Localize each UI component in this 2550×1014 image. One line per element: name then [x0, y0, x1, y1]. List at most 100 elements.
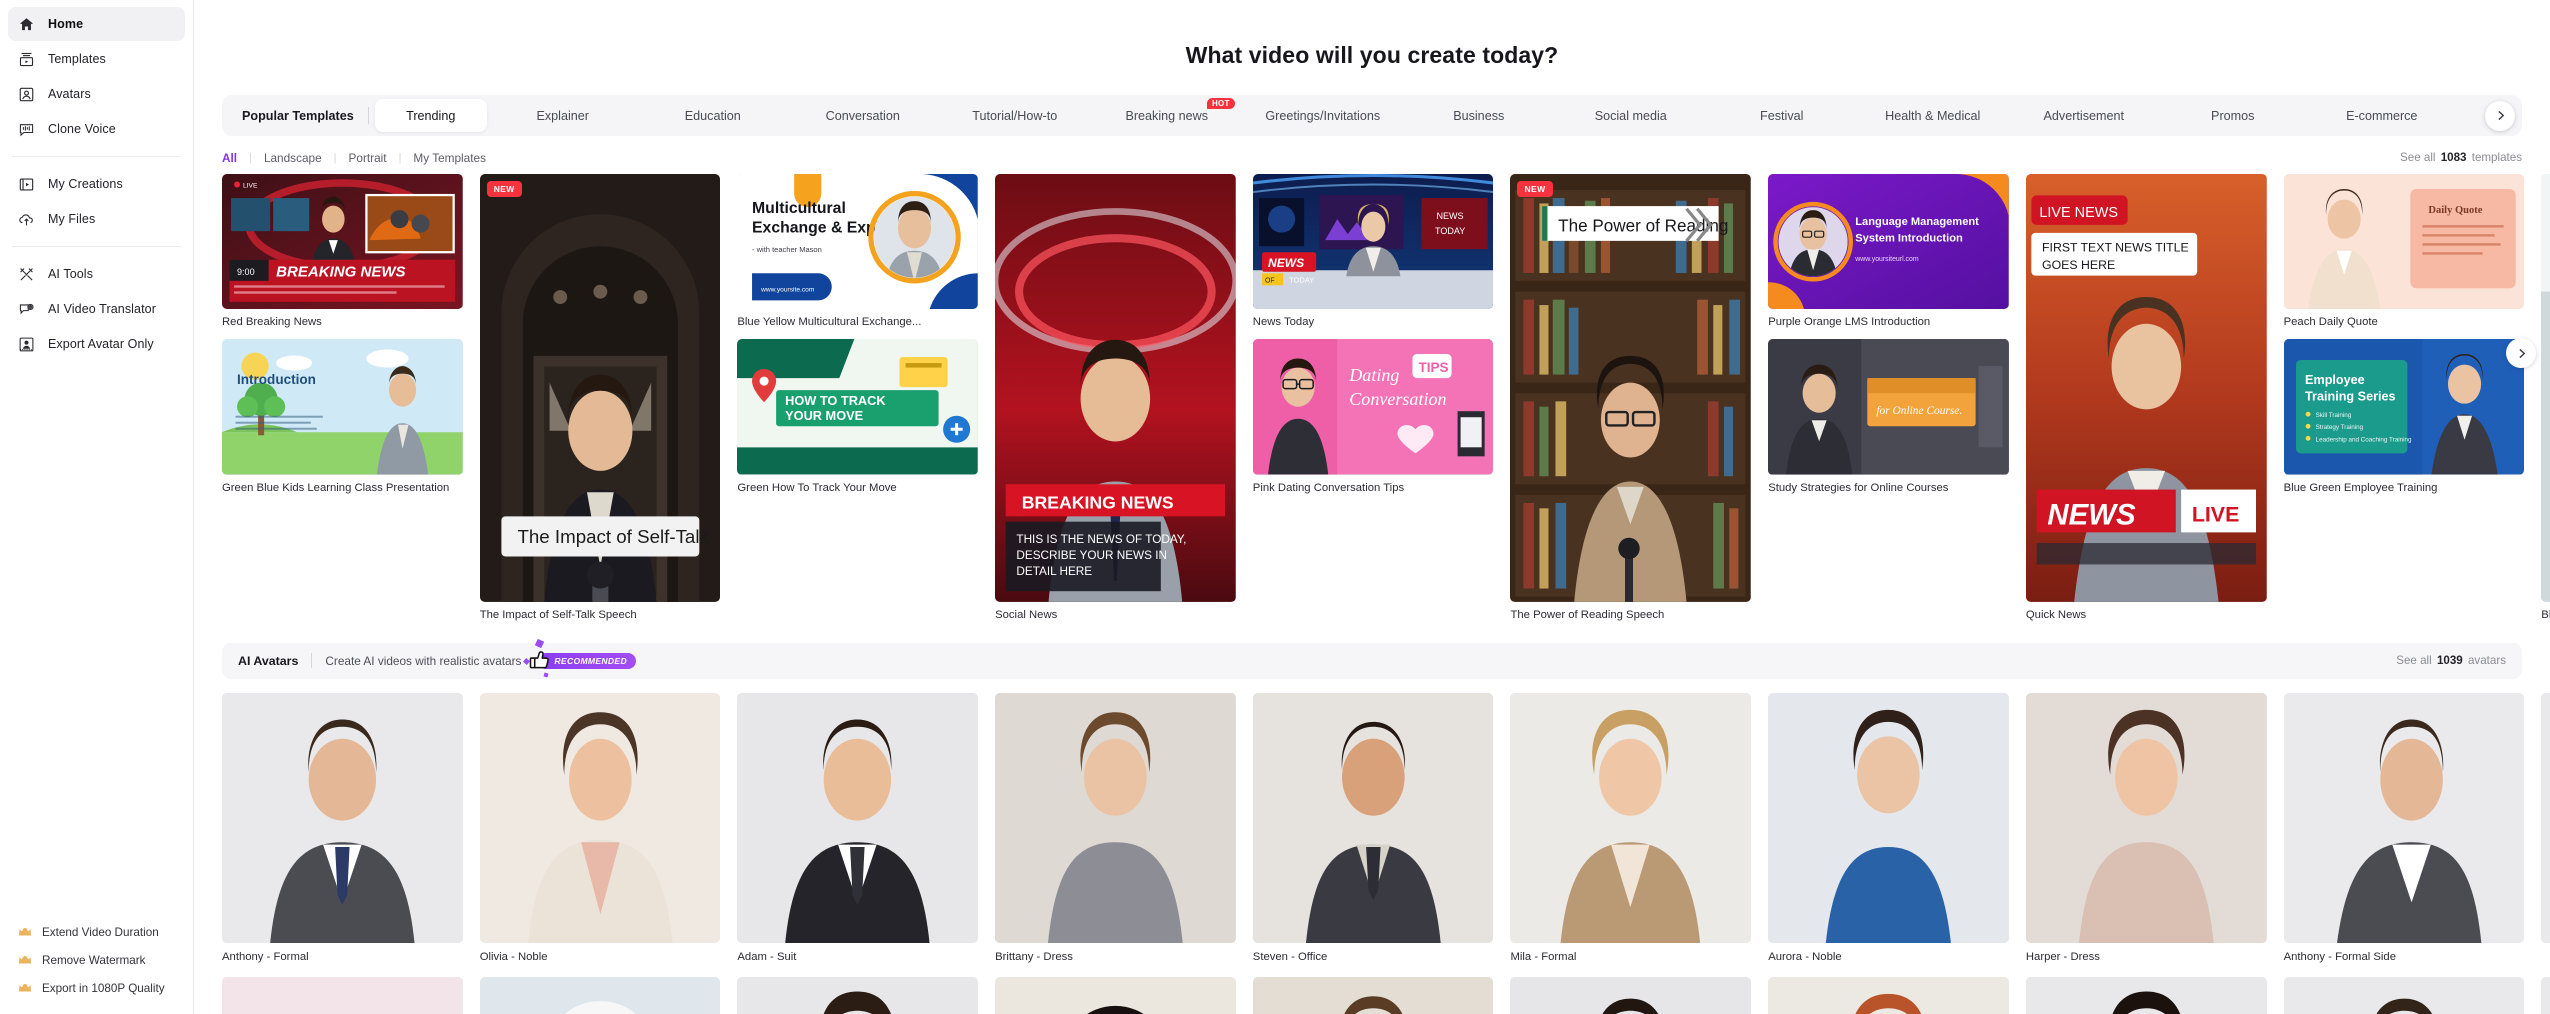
ai-tools-icon: [18, 266, 35, 283]
tab-festival[interactable]: Festival: [1707, 99, 1857, 132]
promo-label: Remove Watermark: [42, 953, 146, 967]
tab-label: Promos: [2211, 108, 2255, 123]
template-card-quick-news[interactable]: LIVE NEWS FIRST TEXT NEWS TITLE GOES HER…: [2025, 174, 2267, 632]
sidebar-item-clone-voice[interactable]: Clone Voice: [8, 112, 185, 146]
template-card-multicultural[interactable]: Multicultural Exchange & Exploration - w…: [737, 174, 979, 339]
sidebar-item-templates[interactable]: Templates: [8, 42, 185, 76]
avatar-card-anthony-formal[interactable]: Anthony - Formal: [222, 692, 463, 977]
filter-landscape[interactable]: Landscape: [252, 151, 334, 165]
avatar-card-adam-suit[interactable]: Adam - Suit: [737, 692, 979, 977]
svg-text:BREAKING NEWS: BREAKING NEWS: [276, 263, 405, 280]
avatar-card-steven-office[interactable]: Steven - Office: [1252, 692, 1494, 977]
quick-news-scene: LIVE NEWS FIRST TEXT NEWS TITLE GOES HER…: [2025, 174, 2267, 602]
template-card-red-breaking-news[interactable]: 9:00 BREAKING NEWS LIVE Red Breaking New…: [222, 174, 463, 339]
tab-promos[interactable]: Promos: [2159, 99, 2307, 132]
avatar-card[interactable]: [995, 977, 1236, 1014]
tab-explainer[interactable]: Explainer: [487, 99, 639, 132]
sidebar-item-ai-video-translator[interactable]: AI Video Translator: [8, 292, 185, 326]
avatar-card-mila-formal[interactable]: Mila - Formal: [1510, 692, 1752, 977]
avatar-thumbnail: [1510, 977, 1752, 1014]
avatar-portrait: [995, 692, 1236, 944]
template-card-social-news[interactable]: BREAKING NEWS THIS IS THE NEWS OF TODAY,…: [995, 174, 1236, 632]
avatar-card[interactable]: [1252, 977, 1494, 1014]
template-card-peach-daily-quote[interactable]: Daily Quote Peach Daily Quote: [2283, 174, 2525, 339]
tab-social-media[interactable]: Social media: [1555, 99, 1707, 132]
avatar-card-aurora-noble[interactable]: Aurora - Noble: [1768, 692, 2009, 977]
tab-education[interactable]: Education: [639, 99, 787, 132]
template-name: The Impact of Self-Talk Speech: [479, 608, 637, 621]
avatar-card-partial-right[interactable]: [2541, 692, 2550, 977]
avatar-card[interactable]: [2025, 977, 2267, 1014]
avatar-card-anthony-formal-side[interactable]: Anthony - Formal Side: [2283, 692, 2525, 977]
sidebar-item-avatars[interactable]: Avatars: [8, 77, 185, 111]
tab-tutorial-howto[interactable]: Tutorial/How-to: [939, 99, 1091, 132]
avatar-card[interactable]: [1768, 977, 2009, 1014]
tab-trending[interactable]: Trending: [374, 99, 487, 132]
sidebar-item-export-avatar-only[interactable]: Export Avatar Only: [8, 327, 185, 361]
filter-my-templates[interactable]: My Templates: [401, 151, 498, 165]
filter-all[interactable]: All: [222, 151, 249, 165]
template-card-green-blue-kids[interactable]: Introduction Green Blue Kids Learning Cl…: [222, 339, 463, 504]
see-all-avatars-link[interactable]: See all 1039 avatars: [2396, 654, 2506, 667]
avatar-card-brittany-dress[interactable]: Brittany - Dress: [995, 692, 1236, 977]
my-creations-icon: [18, 176, 35, 193]
avatar-card-olivia-noble[interactable]: Olivia - Noble: [479, 692, 721, 977]
template-thumbnail: 9:00 BREAKING NEWS LIVE: [222, 174, 463, 310]
template-card-dating-tips[interactable]: Dating Conversation TIPS Pink Dating Con…: [1252, 339, 1494, 504]
recommended-badge: RECOMMENDED: [523, 638, 636, 678]
sidebar-item-home[interactable]: Home: [8, 7, 185, 41]
reading-scene: The Power of Reading: [1510, 174, 1752, 602]
template-card-study-strategies[interactable]: for Online Course. Study Strategies for …: [1768, 339, 2009, 504]
templates-next-button[interactable]: [2506, 338, 2536, 368]
sidebar-item-my-files[interactable]: My Files: [8, 202, 185, 236]
svg-text:www.yoursite.com: www.yoursite.com: [760, 286, 815, 293]
avatar-name: Mila - Formal: [1510, 951, 1577, 964]
template-card-news-today[interactable]: NEWS TODAY NEWS OF TODAY News Today: [1252, 174, 1494, 339]
tabs-scroll-area[interactable]: Popular Templates Trending Explainer Edu…: [226, 95, 2518, 136]
template-card-blue-productivity-tips[interactable]: Tip Today Take regular breaks to refresh…: [2541, 174, 2550, 632]
avatar-card[interactable]: [2541, 977, 2550, 1014]
tabs-next-button[interactable]: [2485, 100, 2515, 131]
tab-label: Trending: [406, 108, 456, 123]
promo-export-1080p[interactable]: Export in 1080P Quality: [0, 974, 193, 1002]
avatar-card[interactable]: [222, 977, 463, 1014]
svg-text:www.yoursiteurl.com: www.yoursiteurl.com: [1854, 256, 1919, 263]
tab-ecommerce[interactable]: E-commerce: [2307, 99, 2457, 132]
tab-breaking-news[interactable]: Breaking news HOT: [1091, 98, 1243, 132]
see-all-prefix: See all: [2396, 654, 2432, 668]
tab-greetings-invitations[interactable]: Greetings/Invitations: [1243, 99, 1403, 132]
template-column: Tip Today Take regular breaks to refresh…: [2541, 174, 2550, 632]
svg-text:FIRST TEXT NEWS TITLE: FIRST TEXT NEWS TITLE: [2042, 241, 2189, 255]
template-card-lms-introduction[interactable]: Language Management System Introduction …: [1768, 174, 2009, 339]
template-name: Green How To Track Your Move: [737, 481, 897, 494]
avatar-portrait: [737, 977, 979, 1014]
avatar-card[interactable]: [479, 977, 721, 1014]
sidebar-item-ai-tools[interactable]: AI Tools: [8, 257, 185, 291]
tab-business[interactable]: Business: [1403, 99, 1555, 132]
template-column: NEW: [479, 174, 721, 632]
promo-remove-watermark[interactable]: Remove Watermark: [0, 946, 193, 974]
employee-training-scene: Employee Training Series Skill Training …: [2283, 339, 2525, 475]
template-card-self-talk[interactable]: NEW The Impact of Self-Talk The Impact o…: [479, 174, 721, 632]
tab-label: Business: [1453, 108, 1505, 123]
tab-label: Education: [684, 108, 741, 123]
sidebar-item-label: Clone Voice: [48, 122, 116, 136]
filter-portrait[interactable]: Portrait: [337, 151, 399, 165]
sidebar-item-my-creations[interactable]: My Creations: [8, 167, 185, 201]
avatar-card[interactable]: [2283, 977, 2525, 1014]
template-card-power-of-reading[interactable]: NEW The Power of Reading The Power of Re…: [1510, 174, 1752, 632]
promo-extend-video-duration[interactable]: Extend Video Duration: [0, 918, 193, 946]
template-card-employee-training[interactable]: Employee Training Series Skill Training …: [2283, 339, 2525, 504]
see-all-templates-link[interactable]: See all 1083 templates: [2400, 151, 2522, 164]
tab-conversation[interactable]: Conversation: [787, 99, 939, 132]
avatar-card[interactable]: [1510, 977, 1752, 1014]
template-name: Study Strategies for Online Courses: [1768, 481, 1949, 494]
tab-advertisement[interactable]: Advertisement: [2009, 99, 2159, 132]
template-card-track-your-move[interactable]: HOW TO TRACK YOUR MOVE Green How To Trac…: [737, 339, 979, 504]
export-avatar-icon: [18, 336, 35, 353]
avatar-card-harper-dress[interactable]: Harper - Dress: [2025, 692, 2267, 977]
template-name: Social News: [995, 608, 1058, 621]
tab-health-medical[interactable]: Health & Medical: [1857, 99, 2009, 132]
tab-popular-templates[interactable]: Popular Templates: [226, 99, 368, 132]
avatar-card[interactable]: [737, 977, 979, 1014]
